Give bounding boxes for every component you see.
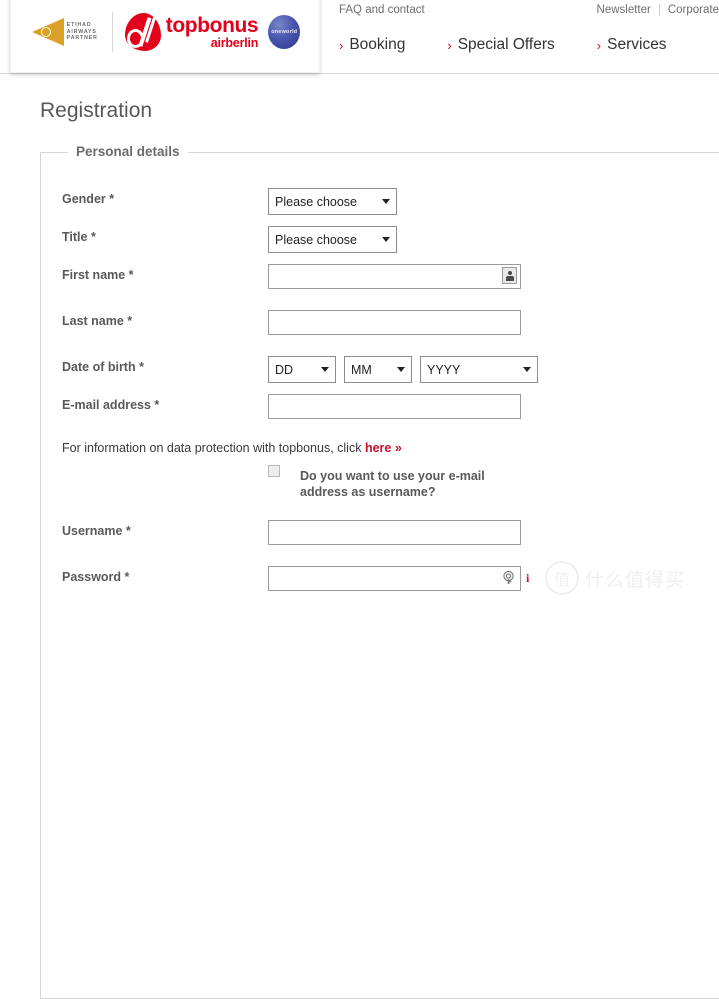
- last-name-input[interactable]: [268, 310, 521, 335]
- chevron-right-icon: ›: [596, 37, 602, 53]
- data-protection-here-link[interactable]: here »: [365, 441, 402, 455]
- gender-select[interactable]: Please choose: [268, 188, 397, 215]
- page-title: Registration: [40, 99, 153, 122]
- etihad-line-2: AIRWAYS: [66, 28, 97, 35]
- logo-divider: [111, 12, 113, 52]
- corporate-link[interactable]: Corporate: [668, 4, 719, 16]
- chevron-down-icon: [523, 367, 531, 372]
- email-address-label: E-mail address *: [62, 398, 160, 412]
- autofill-contact-icon[interactable]: [502, 267, 517, 284]
- date-of-birth-label: Date of birth *: [62, 360, 144, 374]
- watermark-logo-icon: 值: [545, 561, 579, 595]
- date-of-birth-year-select[interactable]: YYYY: [420, 356, 538, 383]
- etihad-line-1: ETIHAD: [66, 22, 92, 29]
- nav-item-services-label: Services: [607, 36, 667, 53]
- main-navigation: › Booking › Special Offers › Services: [339, 36, 667, 54]
- password-label: Password *: [62, 570, 130, 584]
- key-icon-svg: [503, 570, 514, 584]
- logo-group: ETIHAD AIRWAYS PARTNER topbonus airberli…: [11, 1, 321, 63]
- data-protection-note: For information on data protection with …: [62, 441, 402, 455]
- dob-day-value: DD: [275, 362, 294, 377]
- nav-item-special-offers-label: Special Offers: [457, 36, 555, 53]
- logo-box[interactable]: ETIHAD AIRWAYS PARTNER topbonus airberli…: [10, 0, 320, 73]
- chevron-down-icon: [382, 237, 390, 242]
- first-name-label: First name *: [62, 268, 134, 282]
- username-label: Username *: [62, 524, 131, 538]
- key-icon[interactable]: [501, 570, 516, 585]
- oneworld-label: oneworld: [271, 29, 298, 35]
- dob-month-value: MM: [351, 362, 372, 377]
- utility-link-divider: [658, 4, 660, 16]
- topbonus-swirl-icon: [124, 13, 161, 51]
- data-protection-text: For information on data protection with …: [62, 441, 365, 455]
- email-address-input[interactable]: [268, 394, 521, 419]
- personal-details-legend: Personal details: [68, 144, 188, 159]
- password-info-icon[interactable]: i: [526, 571, 529, 586]
- gender-label: Gender *: [62, 192, 115, 206]
- watermark: 值 什么值得买: [545, 558, 715, 598]
- chevron-right-icon: ›: [339, 37, 344, 53]
- username-input[interactable]: [268, 520, 521, 545]
- nav-item-special-offers[interactable]: › Special Offers: [447, 36, 554, 54]
- first-name-input[interactable]: [268, 264, 521, 289]
- airberlin-name: airberlin: [210, 35, 259, 50]
- last-name-label: Last name *: [62, 314, 133, 328]
- chevron-right-icon: ›: [447, 37, 452, 53]
- etihad-wordmark: ETIHAD AIRWAYS PARTNER: [67, 22, 98, 42]
- topbonus-wordmark: topbonus airberlin: [165, 13, 259, 50]
- topbonus-name: topbonus: [165, 13, 259, 37]
- title-select-value: Please choose: [275, 232, 358, 247]
- email-as-username-label: Do you want to use your e-mail address a…: [300, 469, 485, 499]
- etihad-airways-partner-logo: ETIHAD AIRWAYS PARTNER: [31, 15, 100, 49]
- date-of-birth-month-select[interactable]: MM: [344, 356, 412, 383]
- header-utility-links: Newsletter Corporate: [597, 4, 719, 16]
- etihad-line-3: PARTNER: [66, 35, 98, 42]
- password-input[interactable]: [268, 566, 521, 591]
- date-of-birth-day-select[interactable]: DD: [268, 356, 336, 383]
- nav-item-booking-label: Booking: [349, 36, 406, 53]
- chevron-down-icon: [321, 367, 329, 372]
- gender-select-value: Please choose: [275, 194, 358, 209]
- title-select[interactable]: Please choose: [268, 226, 397, 253]
- topbonus-airberlin-logo[interactable]: topbonus airberlin: [124, 13, 259, 51]
- newsletter-link[interactable]: Newsletter: [597, 4, 651, 16]
- email-as-username-checkbox[interactable]: [268, 465, 280, 477]
- site-header: ETIHAD AIRWAYS PARTNER topbonus airberli…: [0, 0, 719, 74]
- nav-item-booking[interactable]: › Booking: [339, 36, 405, 54]
- faq-and-contact-link[interactable]: FAQ and contact: [339, 4, 425, 16]
- chevron-down-icon: [397, 367, 405, 372]
- nav-item-services[interactable]: › Services: [597, 36, 667, 54]
- etihad-triangle-icon: [31, 17, 66, 47]
- chevron-down-icon: [382, 199, 390, 204]
- watermark-text: 什么值得买: [585, 568, 686, 591]
- oneworld-logo-icon: oneworld: [268, 15, 301, 49]
- dob-year-value: YYYY: [427, 362, 461, 377]
- title-label: Title *: [62, 230, 96, 244]
